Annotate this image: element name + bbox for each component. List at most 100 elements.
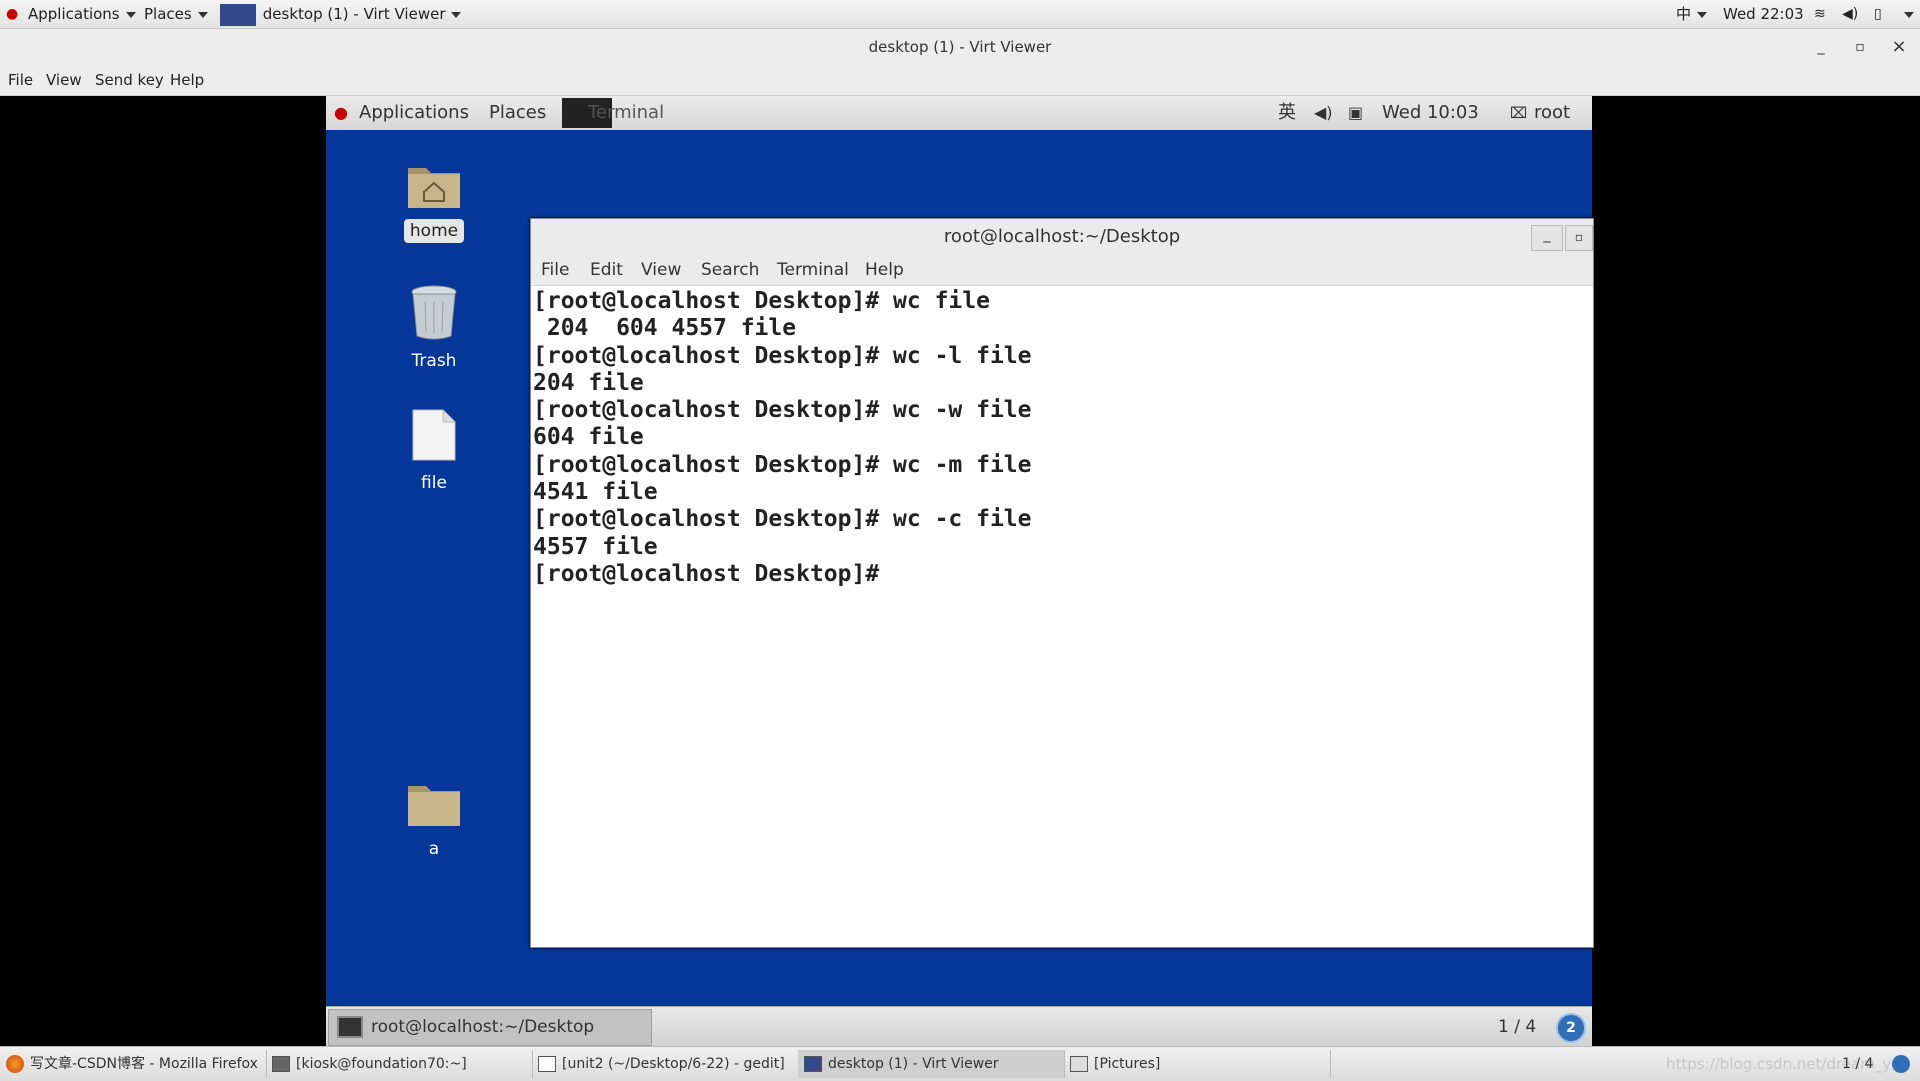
guest-top-panel: ● Applications Places Terminal 英 ◀) ▣ We… xyxy=(326,96,1592,130)
file-icon xyxy=(412,409,456,461)
host-places-menu[interactable]: Places xyxy=(144,0,208,28)
folder-home-icon xyxy=(408,168,460,208)
desktop-icon-trash[interactable]: Trash xyxy=(384,284,484,373)
guest-task-terminal[interactable]: root@localhost:~/Desktop xyxy=(328,1009,652,1046)
folder-icon xyxy=(408,786,460,826)
terminal-line: 4557 file xyxy=(533,533,658,560)
host-input-method[interactable]: 中 xyxy=(1676,0,1708,28)
terminal-menu-search[interactable]: Search xyxy=(701,255,759,285)
guest-applications-menu[interactable]: Applications xyxy=(359,96,469,130)
notification-badge[interactable]: 2 xyxy=(1556,1013,1586,1043)
chevron-down-icon xyxy=(197,11,208,18)
task-label: 写文章-CSDN博客 - Mozilla Firefox xyxy=(30,1056,258,1072)
text-editor-icon xyxy=(538,1056,556,1072)
guest-display[interactable]: ● Applications Places Terminal 英 ◀) ▣ We… xyxy=(326,96,1594,1047)
terminal-output[interactable]: [root@localhost Desktop]# wc file 204 60… xyxy=(531,286,1593,590)
desktop-icon-a[interactable]: a xyxy=(384,778,484,861)
guest-clock[interactable]: Wed 10:03 xyxy=(1382,96,1479,130)
host-window-list-button[interactable]: desktop (1) - Virt Viewer xyxy=(220,0,462,28)
host-top-panel: ● Applications Places desktop (1) - Virt… xyxy=(0,0,1920,29)
user-icon: ⌧ xyxy=(1510,104,1528,122)
menu-send-key[interactable]: Send key xyxy=(95,65,164,95)
trash-icon xyxy=(411,285,457,340)
workspace-switcher-icon[interactable] xyxy=(1892,1055,1910,1073)
system-menu-button[interactable] xyxy=(1898,0,1914,28)
terminal-line: [root@localhost Desktop]# wc -l file xyxy=(533,342,1032,369)
task-label: [Pictures] xyxy=(1094,1056,1161,1072)
guest-input-method[interactable]: 英 xyxy=(1278,96,1296,130)
chevron-down-icon xyxy=(125,11,136,18)
task-gedit[interactable]: [unit2 (~/Desktop/6-22) - gedit] xyxy=(532,1050,799,1078)
terminal-line: [root@localhost Desktop]# xyxy=(533,560,894,587)
host-window-title: desktop (1) - Virt Viewer xyxy=(262,5,446,23)
terminal-line: [root@localhost Desktop]# wc -w file xyxy=(533,397,1032,424)
terminal-line: 604 file xyxy=(533,424,644,451)
minimize-button[interactable]: _ xyxy=(1806,29,1836,65)
menu-view[interactable]: View xyxy=(46,65,82,95)
terminal-window[interactable]: root@localhost:~/Desktop _ ▫ File Edit V… xyxy=(530,218,1594,948)
menu-help[interactable]: Help xyxy=(170,65,204,95)
terminal-menu-view[interactable]: View xyxy=(641,255,681,285)
task-virt-viewer[interactable]: desktop (1) - Virt Viewer xyxy=(798,1050,1065,1078)
terminal-icon xyxy=(337,1016,363,1038)
menu-file[interactable]: File xyxy=(8,65,33,95)
host-applications-menu[interactable]: Applications xyxy=(28,0,136,28)
virt-viewer-icon xyxy=(804,1056,822,1072)
guest-workspace-indicator[interactable]: 1 / 4 xyxy=(1498,1007,1536,1047)
terminal-menu-terminal[interactable]: Terminal xyxy=(777,255,849,285)
task-terminal[interactable]: [kiosk@foundation70:~] xyxy=(266,1050,533,1078)
viewer-menu-bar: File View Send key Help xyxy=(0,65,1920,96)
host-taskbar: 写文章-CSDN博客 - Mozilla Firefox [kiosk@foun… xyxy=(0,1046,1920,1081)
terminal-line: [root@localhost Desktop]# wc file xyxy=(533,288,990,314)
guest-terminal-app-label[interactable]: Terminal xyxy=(588,96,664,130)
task-label: [kiosk@foundation70:~] xyxy=(296,1056,467,1072)
terminal-maximize-button[interactable]: ▫ xyxy=(1565,225,1593,251)
task-label: desktop (1) - Virt Viewer xyxy=(828,1056,999,1072)
guest-user-menu[interactable]: root xyxy=(1534,96,1570,130)
terminal-menu-edit[interactable]: Edit xyxy=(590,255,623,285)
host-applications-label: Applications xyxy=(28,5,120,23)
task-firefox[interactable]: 写文章-CSDN博客 - Mozilla Firefox xyxy=(0,1050,267,1078)
host-workspace-indicator[interactable]: 1 / 4 xyxy=(1842,1047,1873,1081)
terminal-line: 204 file xyxy=(533,369,644,396)
desktop-icon-label: file xyxy=(421,473,447,493)
chevron-down-icon xyxy=(1697,11,1708,18)
desktop-icon-file[interactable]: file xyxy=(384,408,484,495)
redhat-logo-icon: ● xyxy=(334,103,348,122)
terminal-line: [root@localhost Desktop]# wc -m file xyxy=(533,451,1032,478)
firefox-icon xyxy=(6,1055,24,1073)
terminal-line: 4541 file xyxy=(533,479,658,506)
guest-places-menu[interactable]: Places xyxy=(489,96,546,130)
terminal-menu-file[interactable]: File xyxy=(541,255,569,285)
guest-bottom-bar: root@localhost:~/Desktop 1 / 4 2 xyxy=(326,1006,1592,1047)
close-button[interactable]: × xyxy=(1884,29,1914,65)
task-pictures[interactable]: [Pictures] xyxy=(1064,1050,1331,1078)
desktop-icon-label: Trash xyxy=(411,351,457,371)
task-label: [unit2 (~/Desktop/6-22) - gedit] xyxy=(562,1056,785,1072)
network-icon[interactable]: ▣ xyxy=(1348,96,1363,130)
redhat-logo-icon: ● xyxy=(6,6,19,22)
terminal-title-bar[interactable]: root@localhost:~/Desktop _ ▫ xyxy=(531,219,1593,255)
maximize-button[interactable]: ▫ xyxy=(1845,29,1875,65)
desktop-icon-label: home xyxy=(403,219,465,243)
terminal-minimize-button[interactable]: _ xyxy=(1531,225,1563,251)
terminal-title: root@localhost:~/Desktop xyxy=(943,226,1181,247)
battery-icon[interactable]: ▯ xyxy=(1874,0,1882,28)
desktop-icon-label: a xyxy=(428,839,440,859)
window-title: desktop (1) - Virt Viewer xyxy=(868,38,1052,56)
terminal-menu-bar: File Edit View Search Terminal Help xyxy=(531,255,1593,286)
input-method-label: 中 xyxy=(1676,5,1692,23)
volume-icon[interactable]: ◀) xyxy=(1314,96,1333,130)
chevron-down-icon xyxy=(451,11,462,18)
window-title-bar[interactable]: desktop (1) - Virt Viewer _ ▫ × xyxy=(0,29,1920,65)
virt-viewer-thumbnail-icon xyxy=(220,3,256,26)
volume-icon[interactable]: ◀) xyxy=(1842,0,1858,28)
wifi-icon[interactable]: ≋ xyxy=(1814,0,1826,28)
terminal-line: [root@localhost Desktop]# wc -c file xyxy=(533,506,1032,533)
terminal-menu-help[interactable]: Help xyxy=(865,255,904,285)
terminal-line: 204 604 4557 file xyxy=(533,315,797,342)
host-clock[interactable]: Wed 22:03 xyxy=(1723,0,1804,28)
terminal-icon xyxy=(272,1056,290,1072)
host-places-label: Places xyxy=(144,5,192,23)
desktop-icon-home[interactable]: home xyxy=(384,160,484,243)
